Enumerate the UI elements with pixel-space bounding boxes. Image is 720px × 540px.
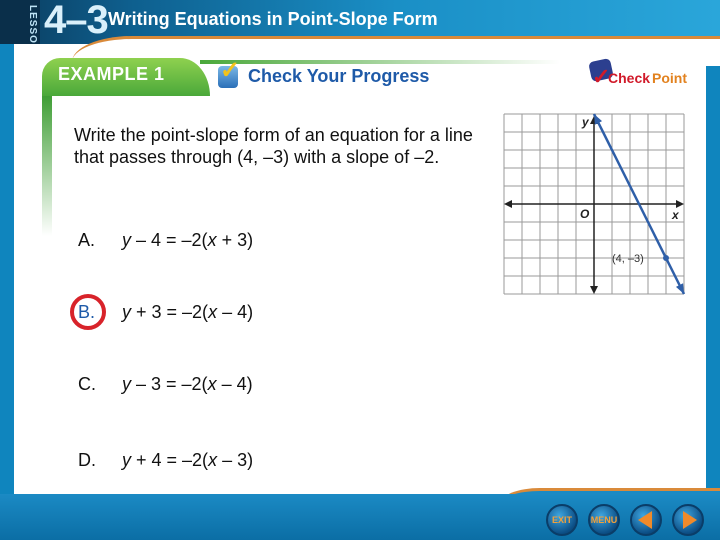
next-button[interactable] — [672, 504, 704, 536]
exit-label: EXIT — [551, 515, 572, 525]
answer-letter: D. — [78, 450, 96, 470]
arrow-right-icon — [682, 511, 697, 529]
example-label: EXAMPLE 1 — [58, 64, 165, 84]
checkpoint-text-check: Check — [608, 70, 651, 86]
origin-label: O — [580, 207, 590, 221]
left-border — [0, 44, 14, 496]
slide: LESSON 4–3 Writing Equations in Point-Sl… — [0, 0, 720, 540]
question-text: Write the point-slope form of an equatio… — [74, 125, 473, 167]
answer-equation: y + 3 = –2(x – 4) — [122, 302, 254, 322]
arrow-left-icon — [637, 511, 652, 529]
answer-letter: C. — [78, 374, 96, 394]
right-border — [706, 44, 720, 496]
answer-letter: B. — [70, 294, 114, 330]
previous-button[interactable] — [630, 504, 662, 536]
coordinate-graph: x y O (4, –3) — [503, 113, 686, 295]
menu-label: MENU — [590, 515, 618, 525]
graph-point — [663, 255, 669, 261]
y-axis-label: y — [581, 115, 590, 129]
answer-option-c[interactable]: C. y – 3 = –2(x – 4) — [78, 374, 253, 395]
answer-option-b[interactable]: B. y + 3 = –2(x – 4) — [70, 294, 254, 330]
answer-equation: y – 3 = –2(x – 4) — [122, 374, 253, 394]
checkpoint-logo: ✓ Check Point — [588, 57, 700, 90]
lesson-title: Writing Equations in Point-Slope Form — [108, 9, 438, 29]
answer-letter: A. — [78, 230, 96, 250]
banner-side-fade — [42, 96, 52, 236]
x-axis-arrow-left — [504, 200, 512, 208]
line-arrow-bottom — [675, 283, 684, 294]
x-axis-arrow-right — [676, 200, 684, 208]
answer-option-a[interactable]: A. y – 4 = –2(x + 3) — [78, 230, 253, 251]
selected-ring-icon — [70, 294, 106, 330]
y-axis-arrow-down — [590, 286, 598, 294]
check-your-progress-label: Check Your Progress — [248, 66, 430, 86]
x-axis-label: x — [671, 208, 680, 222]
menu-button[interactable]: MENU — [588, 504, 620, 536]
answer-option-d[interactable]: D. y + 4 = –2(x – 3) — [78, 450, 253, 471]
lesson-number: 4–3 — [44, 0, 109, 42]
line-arrow-top — [594, 114, 603, 125]
exit-button[interactable]: EXIT — [546, 504, 578, 536]
banner-line — [200, 60, 560, 64]
answer-equation: y – 4 = –2(x + 3) — [122, 230, 254, 250]
check-mark-icon: ✓ — [220, 57, 241, 84]
answer-equation: y + 4 = –2(x – 3) — [122, 450, 254, 470]
checkpoint-text-point: Point — [652, 70, 687, 86]
point-label: (4, –3) — [612, 253, 644, 265]
